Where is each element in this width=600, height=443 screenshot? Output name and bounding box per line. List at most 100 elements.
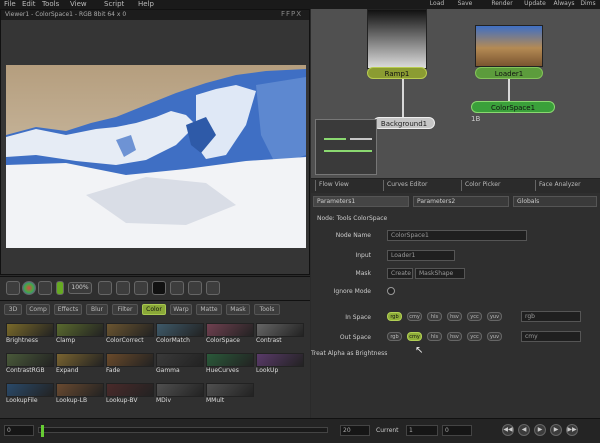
menu-script[interactable]: Script (104, 0, 124, 8)
render-start-field[interactable]: 0 (4, 425, 34, 436)
update-button[interactable]: Update (522, 0, 548, 8)
tool-colorcorrect[interactable]: ColorCorrect (106, 323, 154, 345)
colorspace-node[interactable]: ColorSpace1 (471, 101, 555, 113)
prev-frame-icon[interactable]: ◀ (518, 424, 530, 436)
out-space-option-hsv[interactable]: hsv (447, 332, 462, 341)
viewer-panel[interactable]: Viewer1 - ColorSpace1 - RGB 8bit 64 x 0 … (0, 9, 310, 275)
bin-tab-3d[interactable]: 3D (4, 304, 22, 315)
tool-mmult[interactable]: MMult (206, 383, 254, 405)
viewer-title: Viewer1 - ColorSpace1 - RGB 8bit 64 x 0 (5, 11, 127, 18)
lock-icon[interactable] (38, 281, 52, 295)
menu-tools[interactable]: Tools (42, 0, 59, 8)
menu-view[interactable]: View (70, 0, 87, 8)
lut-icon[interactable] (188, 281, 202, 295)
bin-tab-effects[interactable]: Effects (54, 304, 82, 315)
bin-tab-filter[interactable]: Filter (112, 304, 138, 315)
load-button[interactable]: Load (426, 0, 448, 8)
tab-parameters1[interactable]: Parameters1 (313, 196, 409, 207)
bin-tab-mask[interactable]: Mask (226, 304, 250, 315)
menu-help[interactable]: Help (138, 0, 154, 8)
checker-icon[interactable] (152, 281, 166, 295)
always-button[interactable]: Always (552, 0, 576, 8)
split-icon[interactable] (134, 281, 148, 295)
zoom-fit-button[interactable]: 100% (68, 282, 92, 294)
render-end-field[interactable]: 20 (340, 425, 370, 436)
tool-colormatch[interactable]: ColorMatch (156, 323, 204, 345)
ramp-node[interactable]: Ramp1 (367, 67, 427, 79)
tool-lookup-lb[interactable]: Lookup-LB (56, 383, 104, 405)
bin-tab-blur[interactable]: Blur (86, 304, 108, 315)
playhead[interactable] (41, 425, 44, 437)
menu-file[interactable]: File (4, 0, 16, 8)
tool-lookupfile[interactable]: LookupFile (6, 383, 54, 405)
sub-view-icon[interactable] (206, 281, 220, 295)
end-icon[interactable]: ▶▶ (566, 424, 578, 436)
flow-view[interactable]: Ramp1 Loader1 ColorSpace1 1B Background1 (311, 9, 600, 179)
out-space-option-rgb[interactable]: rgb (387, 332, 402, 341)
mask-create-button[interactable]: Create (387, 268, 413, 279)
tool-fade[interactable]: Fade (106, 353, 154, 375)
loader-node[interactable]: Loader1 (475, 67, 543, 79)
out-space-option-cmy[interactable]: cmy (407, 332, 422, 341)
input-field[interactable]: Loader1 (387, 250, 455, 261)
in-space-option-hsv[interactable]: hsv (447, 312, 462, 321)
step-field[interactable]: 0 (442, 425, 472, 436)
tool-brightness[interactable]: Brightness (6, 323, 54, 345)
tab-flow-view[interactable]: Flow View (315, 180, 377, 191)
in-space-extra[interactable]: rgb (521, 311, 581, 322)
tool-gamma[interactable]: Gamma (156, 353, 204, 375)
dims-button[interactable]: Dims (578, 0, 598, 8)
rewind-icon[interactable]: ◀◀ (502, 424, 514, 436)
bin-tab-warp[interactable]: Warp (170, 304, 192, 315)
tool-expand[interactable]: Expand (56, 353, 104, 375)
in-space-option-ycc[interactable]: ycc (467, 312, 482, 321)
in-space-option-rgb[interactable]: rgb (387, 312, 402, 321)
bin-tab-color[interactable]: Color (142, 304, 166, 315)
color-wheel-icon[interactable] (22, 281, 36, 295)
background-node[interactable]: Background1 (373, 117, 435, 129)
in-space-option-yuv[interactable]: yuv (487, 312, 502, 321)
tab-globals[interactable]: Globals (513, 196, 597, 207)
crop-icon[interactable] (98, 281, 112, 295)
viewer-close-label[interactable]: FFPX (281, 10, 307, 20)
tab-face-analyzer[interactable]: Face Analyzer (535, 180, 599, 191)
tab-curves-editor[interactable]: Curves Editor (383, 180, 453, 191)
tool-lookup-bv[interactable]: Lookup-BV (106, 383, 154, 405)
tool-contrastrgb[interactable]: ContrastRGB (6, 353, 54, 375)
out-space-extra[interactable]: cmy (521, 331, 581, 342)
flow-navigator[interactable] (315, 119, 377, 175)
wire-ramp (402, 79, 404, 117)
tool-contrast[interactable]: Contrast (256, 323, 304, 345)
grid-icon[interactable] (116, 281, 130, 295)
in-space-option-cmy[interactable]: cmy (407, 312, 422, 321)
tool-colorspace[interactable]: ColorSpace (206, 323, 254, 345)
play-icon[interactable]: ▶ (534, 424, 546, 436)
roi-icon[interactable] (170, 281, 184, 295)
time-ruler[interactable] (38, 425, 328, 437)
tool-clamp[interactable]: Clamp (56, 323, 104, 345)
bin-tab-tools[interactable]: Tools (254, 304, 280, 315)
render-button[interactable]: Render (488, 0, 516, 8)
tool-label: Lookup-LB (56, 397, 88, 404)
tab-color-picker[interactable]: Color Picker (461, 180, 527, 191)
out-space-option-hls[interactable]: hls (427, 332, 442, 341)
in-space-option-hls[interactable]: hls (427, 312, 442, 321)
viewer-image[interactable] (6, 65, 306, 248)
current-time-field[interactable]: 1 (406, 425, 438, 436)
out-space-option-yuv[interactable]: yuv (487, 332, 502, 341)
ignore-mode-toggle[interactable] (387, 287, 395, 295)
tool-thumbnail (6, 323, 54, 337)
bin-tab-matte[interactable]: Matte (196, 304, 222, 315)
b-icon[interactable] (6, 281, 20, 295)
tool-lookup[interactable]: LookUp (256, 353, 304, 375)
out-space-option-ycc[interactable]: ycc (467, 332, 482, 341)
tool-huecurves[interactable]: HueCurves (206, 353, 254, 375)
mask-shape-field[interactable]: MaskShape (415, 268, 465, 279)
node-name-field[interactable]: ColorSpace1 (387, 230, 527, 241)
menu-edit[interactable]: Edit (22, 0, 36, 8)
tab-parameters2[interactable]: Parameters2 (413, 196, 509, 207)
tool-mdiv[interactable]: MDiv (156, 383, 204, 405)
save-button[interactable]: Save (454, 0, 476, 8)
bin-tab-comp[interactable]: Comp (26, 304, 50, 315)
next-frame-icon[interactable]: ▶ (550, 424, 562, 436)
